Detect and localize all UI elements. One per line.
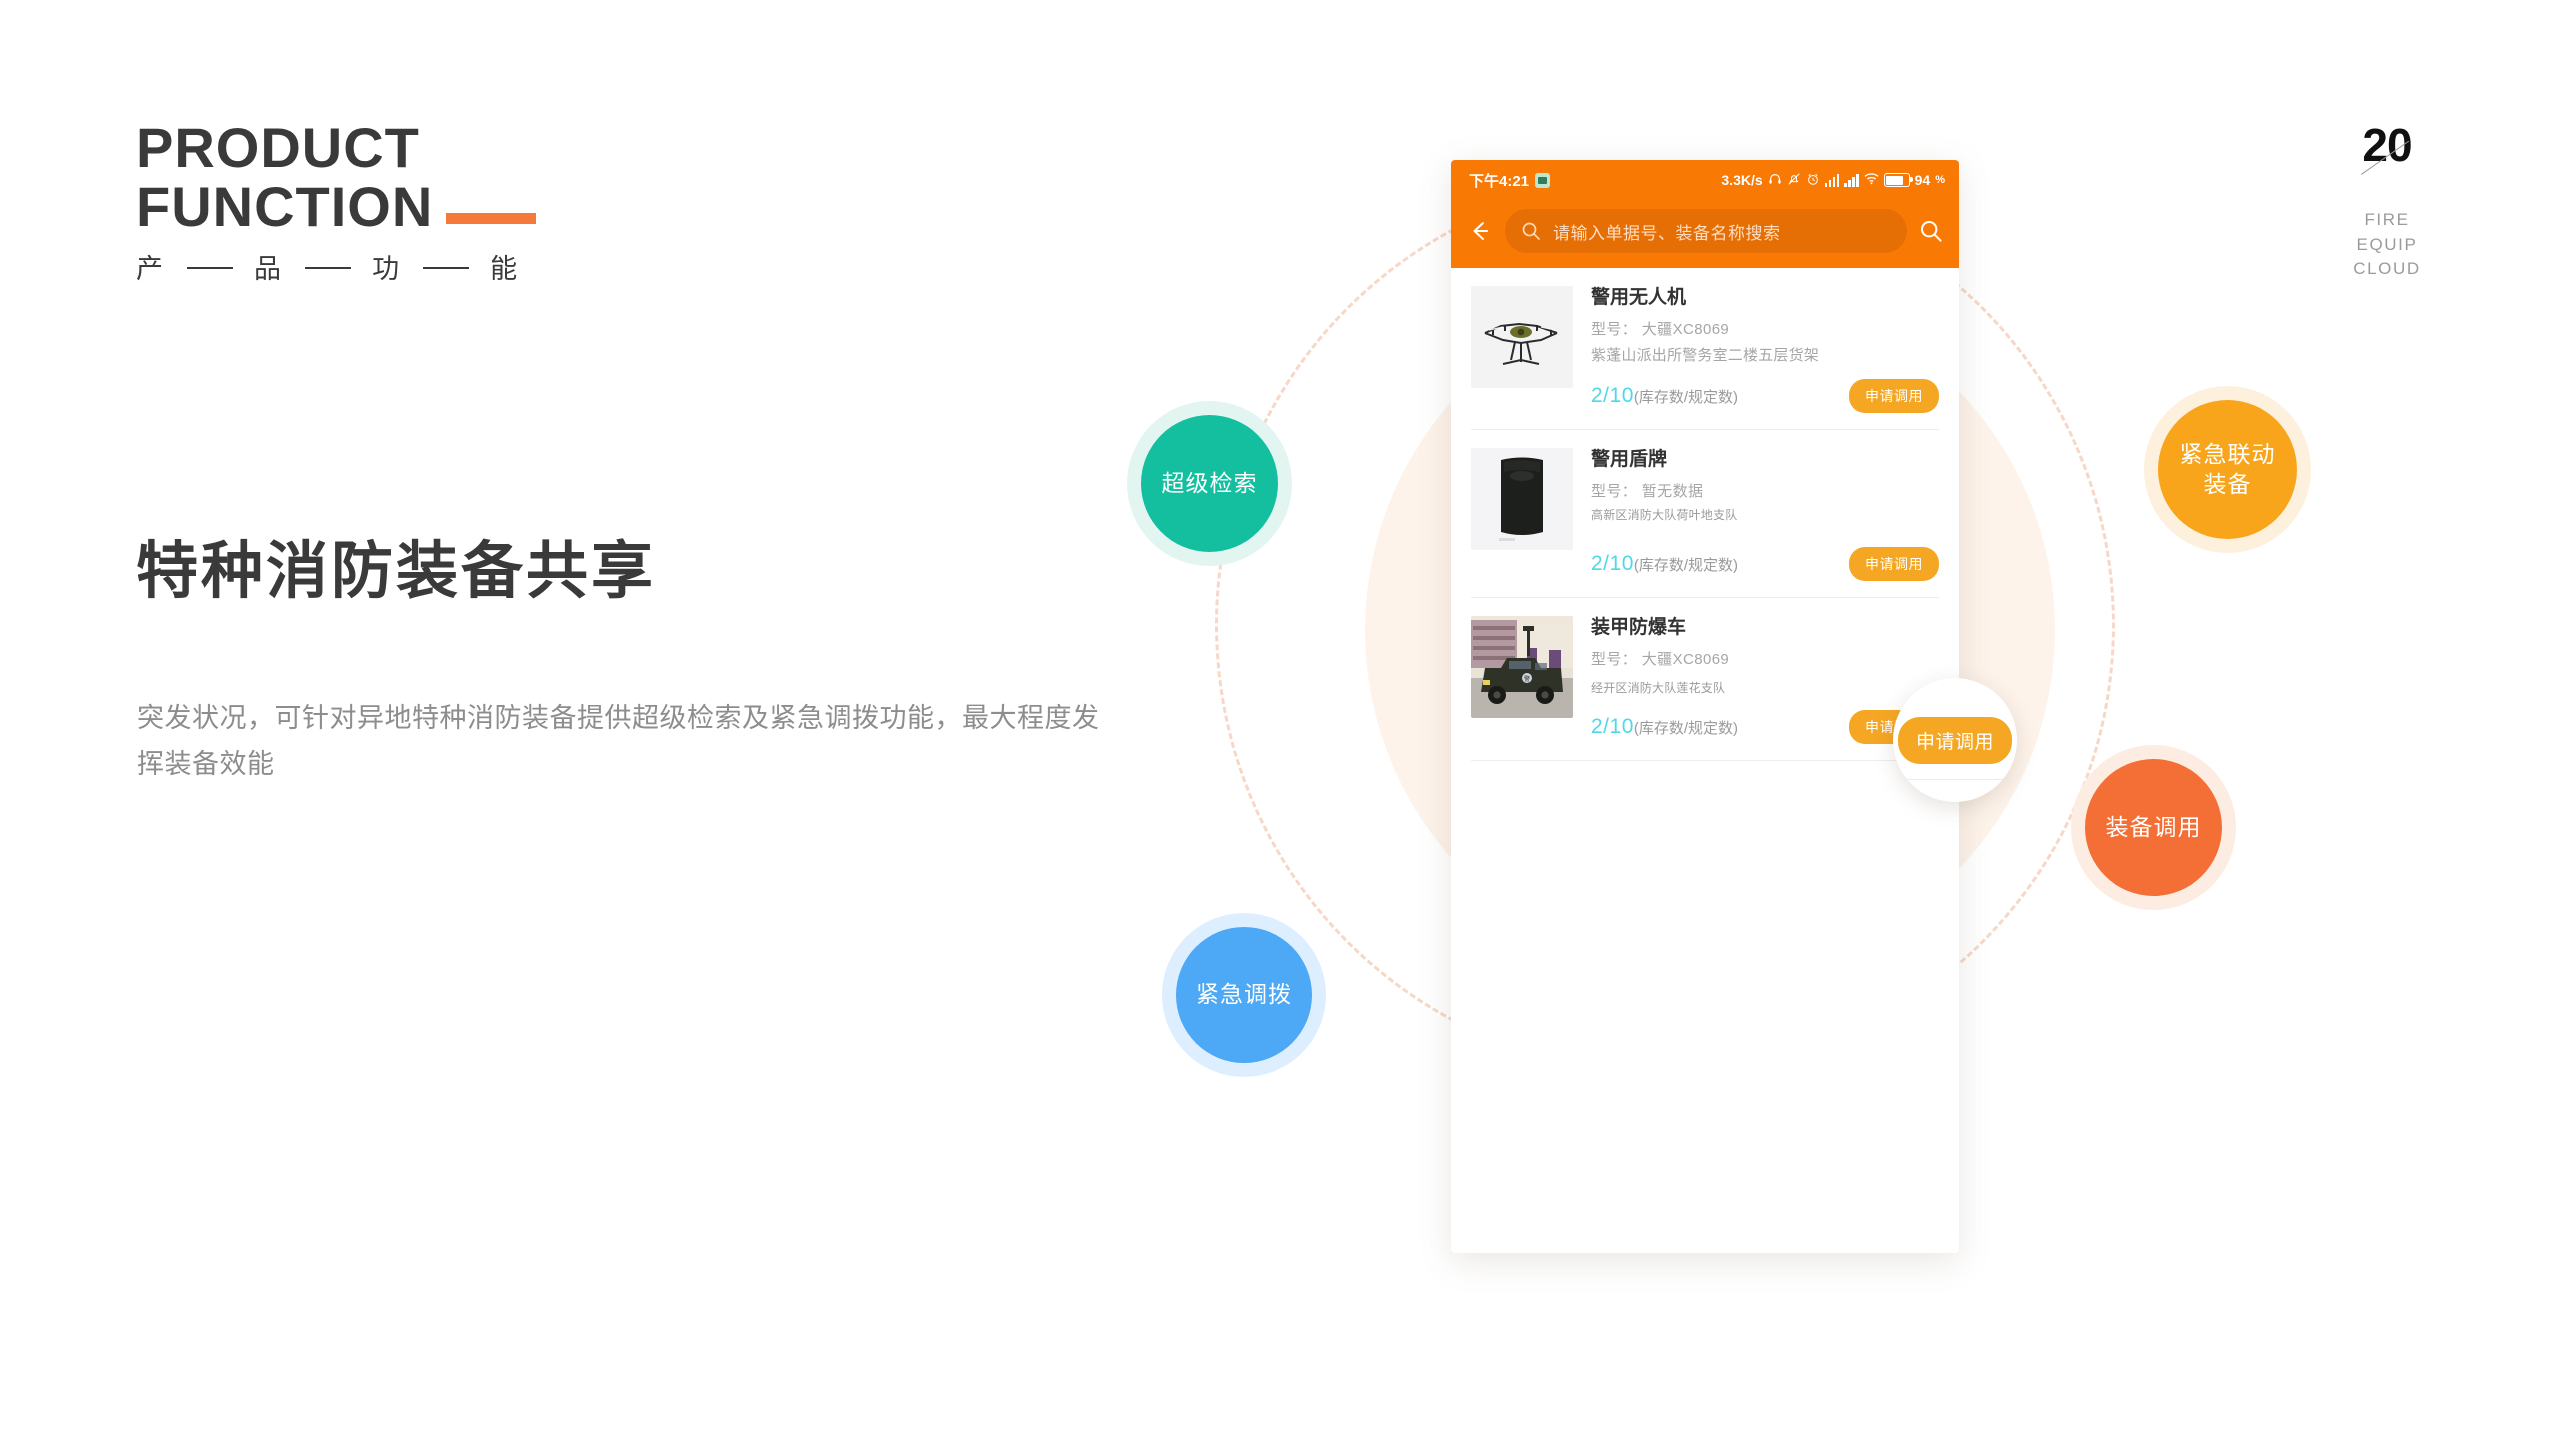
equipment-card[interactable]: 警用无人机 型号： 大疆XC8069 紫蓬山派出所警务室二楼五层货架 2/10(… (1471, 268, 1939, 430)
equipment-info: 警用盾牌 型号： 暂无数据 高新区消防大队荷叶地支队 2/10(库存数/规定数)… (1591, 448, 1939, 581)
eyebrow-dash-2 (304, 266, 351, 269)
stock-ratio: 2/10(库存数/规定数) (1591, 552, 1738, 576)
request-dispatch-button[interactable]: 申请调用 (1849, 546, 1939, 581)
equipment-model: 型号： 大疆XC8069 (1591, 320, 1730, 338)
equipment-model: 型号： 暂无数据 (1591, 482, 1704, 500)
equipment-title: 警用盾牌 (1591, 448, 1668, 470)
equipment-card[interactable]: 警用盾牌 型号： 暂无数据 高新区消防大队荷叶地支队 2/10(库存数/规定数)… (1471, 430, 1939, 598)
stock-value: 2/10 (1591, 551, 1634, 575)
eyebrow-accent-bar (446, 213, 536, 225)
stock-value: 2/10 (1591, 383, 1634, 407)
drone-photo (1471, 286, 1573, 388)
status-time: 下午4:21 (1469, 172, 1530, 190)
equipment-location: 高新区消防大队荷叶地支队 (1591, 507, 1738, 522)
armored-vehicle-photo: 警 (1471, 615, 1573, 718)
bubble-emergency-linkage[interactable]: 紧急联动 装备 (2158, 400, 2297, 539)
hd-signal-icon (1824, 173, 1840, 187)
net-speed: 3.3K/s (1721, 172, 1763, 188)
bell-muted-icon (1787, 172, 1801, 189)
svg-text:警: 警 (1524, 675, 1530, 683)
battery-icon (1883, 173, 1913, 187)
status-bar-left: 下午4:21 (1469, 170, 1551, 191)
eyebrow-line1: PRODUCT (136, 116, 420, 179)
search-row: 请输入单据号、装备名称搜索 (1451, 200, 1959, 268)
magnifier-callout: 申请调用 (1893, 678, 2017, 802)
search-submit-icon[interactable] (1919, 219, 1943, 243)
shield-photo (1471, 447, 1573, 550)
bubble-label: 紧急联动 装备 (2180, 440, 2276, 499)
search-icon (1521, 221, 1541, 241)
app-header: 下午4:21 3.3K/s 94 % 请输入单据号、装备名称搜索 (1451, 160, 1959, 268)
wifi-icon (1864, 172, 1879, 188)
search-input[interactable]: 请输入单据号、装备名称搜索 (1505, 209, 1907, 253)
stock-note: (库存数/规定数) (1633, 388, 1739, 406)
equipment-footer: 2/10(库存数/规定数) 申请调用 (1591, 546, 1939, 581)
headphone-icon (1768, 172, 1782, 189)
bubble-emergency-dispatch[interactable]: 紧急调拨 (1176, 927, 1312, 1063)
equipment-location: 紫蓬山派出所警务室二楼五层货架 (1591, 346, 1820, 364)
equipment-model: 型号： 大疆XC8069 (1591, 650, 1730, 668)
eyebrow-cn-char-2: 品 (254, 253, 284, 284)
illustration-scene: 下午4:21 3.3K/s 94 % 请输入单据号、装备名称搜索 警用无人机 型… (1127, 110, 2450, 1290)
equipment-location: 经开区消防大队莲花支队 (1591, 680, 1726, 695)
bubble-label: 紧急调拨 (1196, 981, 1292, 1008)
eyebrow-dash-1 (186, 266, 233, 269)
stock-ratio: 2/10(库存数/规定数) (1591, 384, 1738, 408)
bubble-label-line-1: 紧急联动 (2179, 441, 2276, 468)
magnified-request-dispatch-button[interactable]: 申请调用 (1897, 716, 2012, 764)
eyebrow-chinese: 产 品 功 能 (136, 247, 1236, 286)
equipment-footer: 2/10(库存数/规定数) 申请调用 (1591, 709, 1939, 744)
alarm-clock-icon (1806, 172, 1820, 189)
back-arrow-icon[interactable] (1467, 218, 1493, 244)
eyebrow-cn-char-4: 能 (490, 253, 520, 284)
eyebrow-line2: FUNCTION (136, 175, 434, 239)
equipment-info: 警用无人机 型号： 大疆XC8069 紫蓬山派出所警务室二楼五层货架 2/10(… (1591, 286, 1939, 413)
bubble-super-search[interactable]: 超级检索 (1141, 415, 1278, 552)
battery-percent-unit: % (1935, 174, 1945, 186)
equipment-info: 装甲防爆车 型号： 大疆XC8069 经开区消防大队莲花支队 2/10(库存数/… (1591, 616, 1939, 744)
equipment-title: 装甲防爆车 (1591, 616, 1687, 638)
stock-note: (库存数/规定数) (1633, 719, 1739, 737)
eyebrow-cn-char-1: 产 (136, 253, 165, 284)
app-badge-icon (1535, 172, 1551, 188)
intro-block: PRODUCT FUNCTION 产 品 功 能 (136, 118, 1236, 286)
bubble-label-line-2: 装备 (2203, 470, 2252, 497)
eyebrow-cn-char-3: 功 (372, 253, 402, 284)
eyebrow-line2-wrap: FUNCTION (136, 175, 536, 239)
request-dispatch-button[interactable]: 申请调用 (1849, 378, 1939, 413)
search-placeholder: 请输入单据号、装备名称搜索 (1553, 223, 1781, 243)
magnifier-divider (1907, 779, 2003, 780)
eyebrow-dash-3 (422, 266, 469, 269)
phone-mockup: 下午4:21 3.3K/s 94 % 请输入单据号、装备名称搜索 警用无人机 型… (1451, 160, 1959, 1253)
page-title: 特种消防装备共享 (136, 537, 657, 606)
signal-icon (1844, 173, 1859, 187)
bubble-equipment-dispatch[interactable]: 装备调用 (2085, 759, 2222, 896)
stock-value: 2/10 (1591, 714, 1634, 738)
equipment-footer: 2/10(库存数/规定数) 申请调用 (1591, 378, 1939, 413)
equipment-title: 警用无人机 (1591, 287, 1687, 308)
status-bar: 下午4:21 3.3K/s 94 % (1451, 160, 1959, 200)
stock-note: (库存数/规定数) (1633, 556, 1739, 574)
equipment-card[interactable]: 警 装甲防爆车 型号： 大疆XC8069 经开区消防大队莲花支队 2/10(库存… (1471, 598, 1939, 761)
equipment-list: 警用无人机 型号： 大疆XC8069 紫蓬山派出所警务室二楼五层货架 2/10(… (1451, 268, 1959, 761)
page-description: 突发状况，可针对异地特种消防装备提供超级检索及紧急调拨功能，最大程度发挥装备效能 (137, 703, 1100, 780)
stock-ratio: 2/10(库存数/规定数) (1591, 715, 1738, 739)
bubble-label: 装备调用 (2105, 813, 2202, 840)
bubble-label: 超级检索 (1161, 469, 1258, 496)
status-bar-right: 3.3K/s 94 % (1721, 172, 1945, 189)
battery-percent: 94 (1914, 172, 1931, 188)
